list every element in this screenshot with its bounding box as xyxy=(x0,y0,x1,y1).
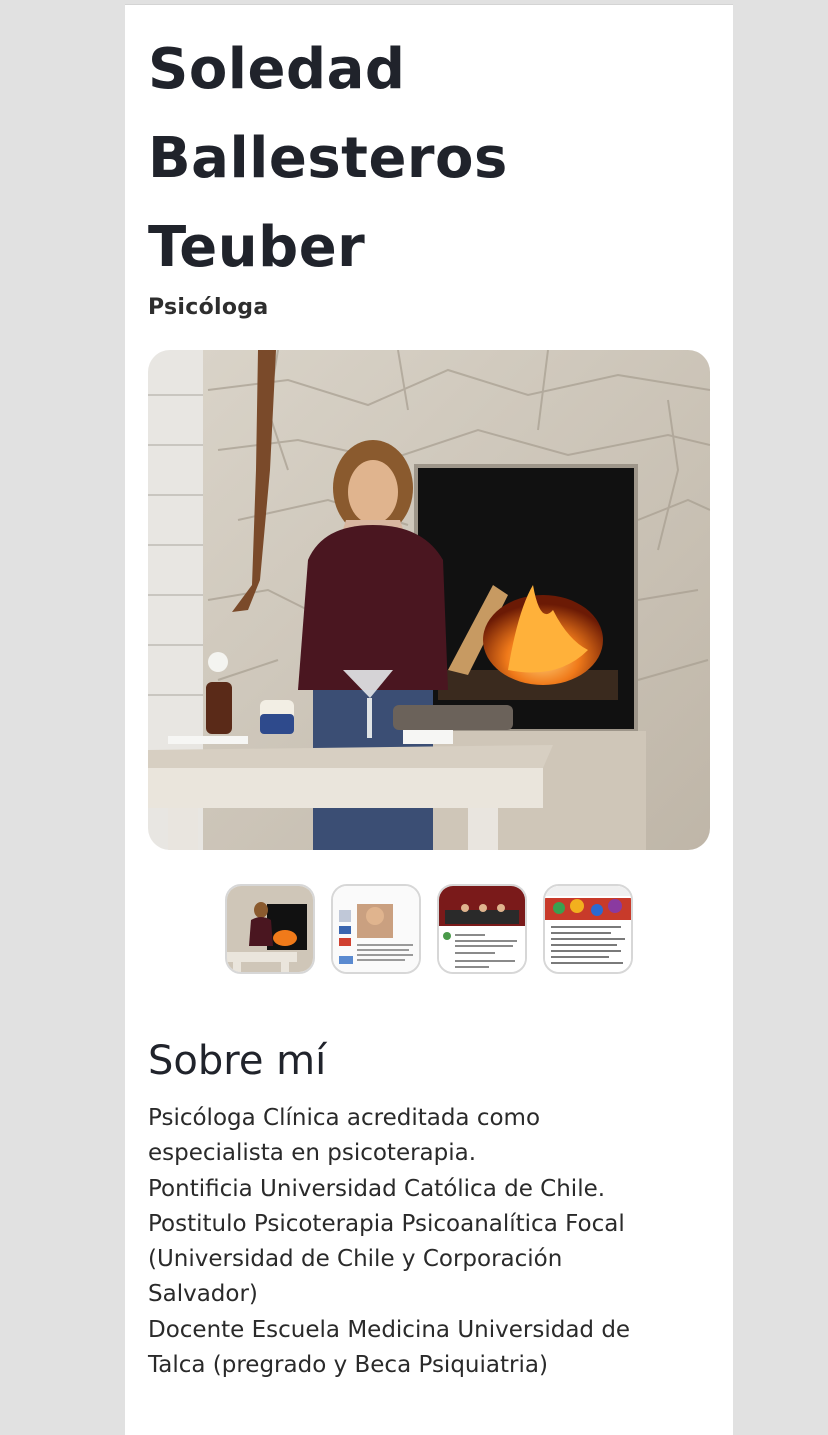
about-line: Talca (pregrado y Beca Psiquiatria) xyxy=(148,1352,548,1379)
about-line: Postitulo Psicoterapia Psicoanalítica Fo… xyxy=(148,1210,625,1237)
about-line: Docente Escuela Medicina Universidad de xyxy=(148,1316,631,1343)
profile-card: Soledad Ballesteros Teuber Psicóloga Sob… xyxy=(125,4,733,1435)
profile-photo[interactable] xyxy=(148,350,710,850)
about-line: (Universidad de Chile y Corporación xyxy=(148,1246,563,1273)
profile-name-line: Soledad xyxy=(148,37,406,102)
photo-thumbnails xyxy=(225,884,635,974)
profile-name: Soledad Ballesteros Teuber xyxy=(148,25,508,292)
profile-name-line: Ballesteros xyxy=(148,126,508,191)
thumbnail-article-screenshot[interactable] xyxy=(331,884,421,974)
profile-photo-image xyxy=(148,350,710,850)
about-line: Psicóloga Clínica acreditada como xyxy=(148,1105,541,1131)
profile-name-line: Teuber xyxy=(148,215,366,280)
about-line: Salvador) xyxy=(148,1281,258,1308)
about-title: Sobre mí xyxy=(148,1038,327,1084)
about-description: Psicóloga Clínica acreditada como especi… xyxy=(148,1101,708,1383)
thumbnail-profile-photo[interactable] xyxy=(225,884,315,974)
about-line: Pontificia Universidad Católica de Chile… xyxy=(148,1175,606,1202)
profile-role: Psicóloga xyxy=(148,295,269,320)
about-line: especialista en psicoterapia. xyxy=(148,1140,477,1167)
thumbnail-research-page[interactable] xyxy=(543,884,633,974)
thumbnail-news-article[interactable] xyxy=(437,884,527,974)
